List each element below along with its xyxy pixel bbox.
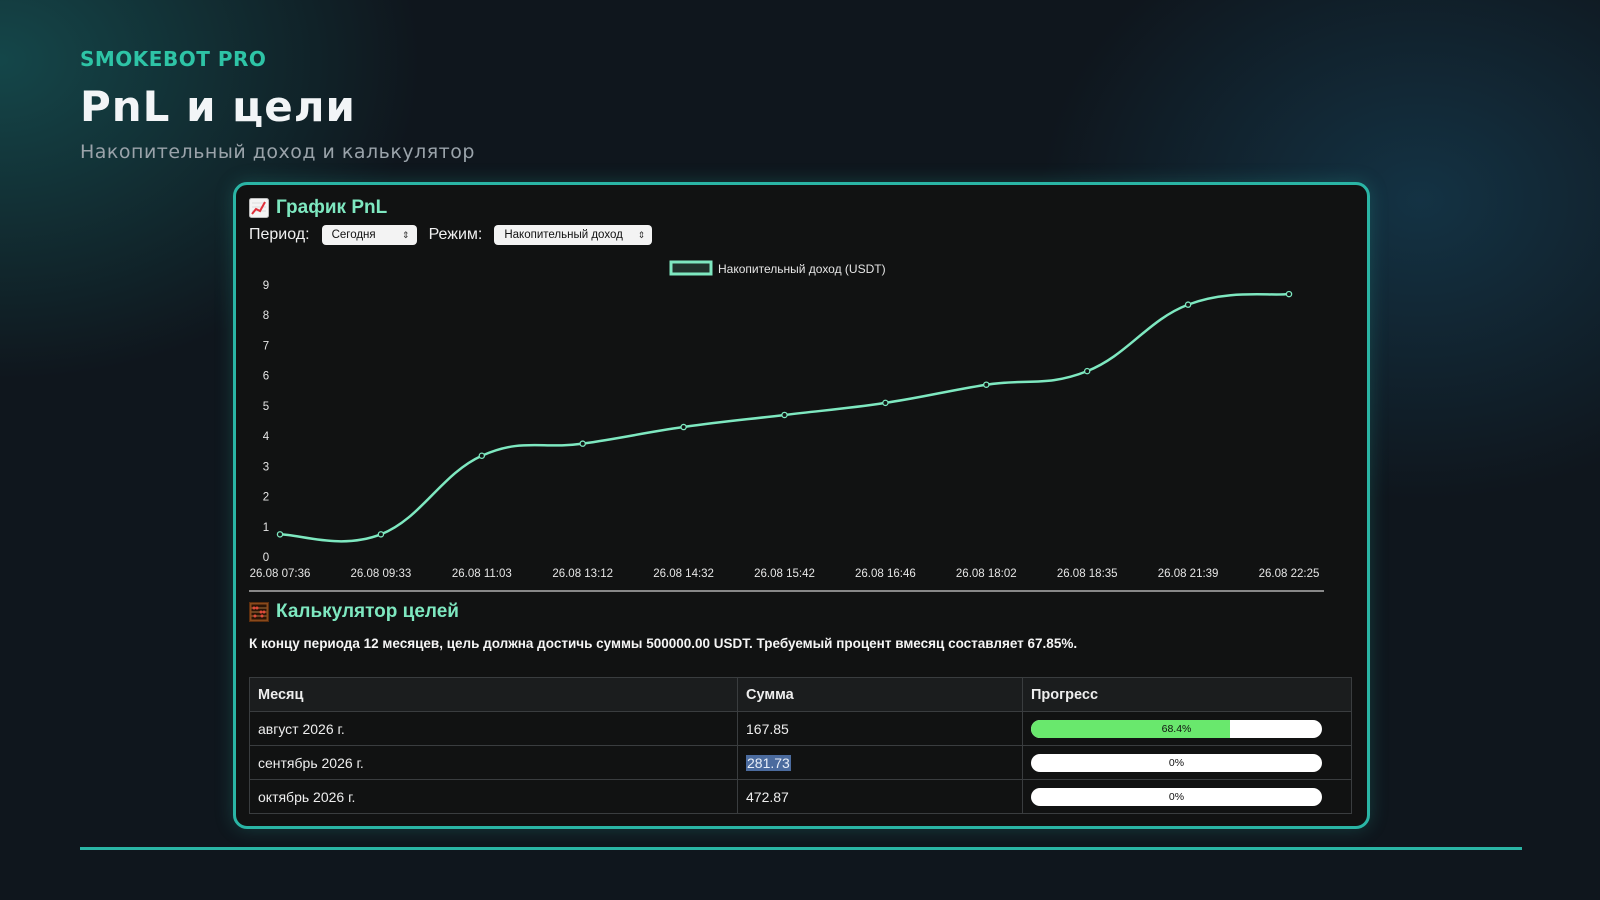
table-row: август 2026 г. 167.85 68.4% xyxy=(249,711,1352,746)
column-header-progress: Прогресс xyxy=(1022,677,1352,712)
bottom-divider xyxy=(80,847,1522,850)
column-header-month: Месяц xyxy=(249,677,738,712)
data-point xyxy=(1184,301,1192,308)
data-point xyxy=(1083,367,1091,375)
data-point xyxy=(579,440,586,447)
x-tick-label: 26.08 18:02 xyxy=(956,568,1017,580)
data-point xyxy=(377,531,385,538)
data-point xyxy=(276,531,284,538)
x-tick-label: 26.08 13:12 xyxy=(552,568,613,580)
sum-cell: 167.85 xyxy=(737,711,1023,746)
y-tick-label: 2 xyxy=(263,492,269,504)
legend-swatch xyxy=(669,260,713,276)
x-tick-label: 26.08 07:36 xyxy=(250,568,311,580)
legend-label: Накопительный доход (USDT) xyxy=(718,262,886,276)
y-tick-label: 0 xyxy=(263,552,269,564)
y-tick-label: 3 xyxy=(263,461,269,473)
y-tick-label: 1 xyxy=(263,522,269,534)
progress-label: 0% xyxy=(1168,756,1185,769)
sum-cell: 472.87 xyxy=(737,779,1023,814)
page-title: PnL и цели xyxy=(80,82,356,131)
x-tick-label: 26.08 22:25 xyxy=(1259,568,1320,580)
month-cell: сентябрь 2026 г. xyxy=(249,745,738,780)
progress-bar: 68.4% xyxy=(1031,719,1322,738)
x-tick-label: 26.08 14:32 xyxy=(653,568,714,580)
data-point xyxy=(882,399,889,407)
progress-bar: 0% xyxy=(1031,787,1322,806)
x-tick-label: 26.08 09:33 xyxy=(351,568,412,580)
y-tick-label: 4 xyxy=(263,431,270,443)
x-tick-label: 26.08 15:42 xyxy=(754,568,815,580)
x-tick-label: 26.08 11:03 xyxy=(452,568,512,580)
progress-label: 0% xyxy=(1168,790,1185,803)
data-point xyxy=(983,381,990,388)
data-point xyxy=(680,423,687,431)
y-tick-label: 6 xyxy=(263,371,269,383)
brand-label: SMOKEBOT PRO xyxy=(80,47,267,71)
abacus-icon xyxy=(249,602,269,622)
progress-cell: 0% xyxy=(1022,779,1352,814)
goals-table: Месяц Сумма Прогресс август 2026 г. 167.… xyxy=(249,677,1352,814)
page-subtitle: Накопительный доход и калькулятор xyxy=(80,141,475,163)
x-tick-label: 26.08 21:39 xyxy=(1158,568,1219,580)
data-point xyxy=(781,411,788,419)
y-tick-label: 5 xyxy=(263,401,269,413)
month-cell: август 2026 г. xyxy=(249,711,738,746)
x-tick-label: 26.08 18:35 xyxy=(1057,568,1118,580)
table-row: сентябрь 2026 г. 281.73 0% xyxy=(249,745,1352,780)
table-header-row: Месяц Сумма Прогресс xyxy=(249,677,1352,712)
progress-cell: 0% xyxy=(1022,745,1352,780)
calculator-section-title: Калькулятор целей xyxy=(249,601,459,623)
progress-cell: 68.4% xyxy=(1022,711,1352,746)
y-tick-label: 8 xyxy=(263,310,269,322)
pnl-panel: График PnL Период: Сегодня ⇕ Режим: Нако… xyxy=(233,182,1370,829)
table-row: октябрь 2026 г. 472.87 0% xyxy=(249,779,1352,814)
month-cell: октябрь 2026 г. xyxy=(249,779,738,814)
progress-bar: 0% xyxy=(1031,753,1322,772)
data-point xyxy=(478,452,486,460)
y-tick-label: 7 xyxy=(263,340,269,352)
pnl-line-chart: Накопительный доход (USDT) 0 1 2 3 4 5 6 7 8 9 26.0… xyxy=(249,260,1324,592)
progress-label: 68.4% xyxy=(1161,722,1192,735)
goal-summary: К концу периода 12 месяцев, цель должна … xyxy=(249,636,1078,651)
calculator-title-text: Калькулятор целей xyxy=(276,601,459,622)
column-header-sum: Сумма xyxy=(737,677,1023,712)
data-point xyxy=(1285,290,1293,298)
sum-cell: 281.73 xyxy=(737,745,1023,780)
y-tick-label: 9 xyxy=(263,280,269,292)
selected-sum-text[interactable]: 281.73 xyxy=(746,754,791,771)
x-tick-label: 26.08 16:46 xyxy=(855,568,916,580)
